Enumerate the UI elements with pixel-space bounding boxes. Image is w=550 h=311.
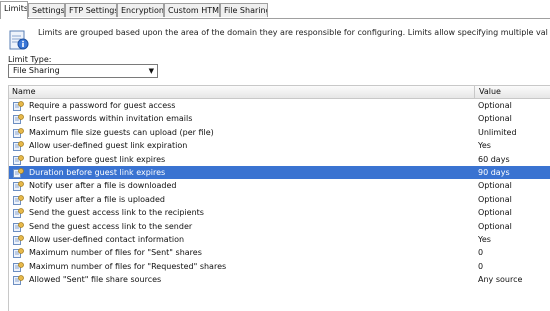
row-value: Optional <box>478 181 512 191</box>
tab-file-sharing[interactable]: File Sharing <box>220 3 268 17</box>
row-name: Maximum number of files for "Sent" share… <box>29 248 202 258</box>
row-name: Maximum file size guests can upload (per… <box>29 127 214 137</box>
limit-item-icon <box>13 261 24 272</box>
limit-item-icon <box>13 168 24 178</box>
limit-item-icon <box>13 208 24 219</box>
chevron-down-icon: ▼ <box>148 67 154 75</box>
row-value: Any source <box>478 275 523 285</box>
tab-ftp-settings[interactable]: FTP Settings <box>65 3 117 17</box>
table-row[interactable]: Duration before guest link expires 60 day… <box>9 153 550 166</box>
table-row[interactable]: Send the guest access link to the recipi… <box>9 206 550 219</box>
tab-strip: Limits Settings FTP Settings Encryption … <box>0 0 550 19</box>
tab-custom-html[interactable]: Custom HTML <box>164 3 220 17</box>
row-value: 60 days <box>478 154 510 164</box>
row-value: Yes <box>478 141 491 151</box>
tab-settings[interactable]: Settings <box>28 3 65 17</box>
table-row[interactable]: Duration before guest link expires 90 day… <box>9 166 550 180</box>
table-row[interactable]: Require a password for guest access Optio… <box>9 99 550 112</box>
limit-item-icon <box>13 127 24 138</box>
row-value: Unlimited <box>478 127 517 137</box>
row-name: Duration before guest link expires <box>29 168 166 177</box>
limit-item-icon <box>13 101 24 111</box>
row-name: Require a password for guest access <box>29 101 176 110</box>
limits-table: Name Value Require a password for guest … <box>8 85 550 311</box>
limit-type-value: File Sharing <box>13 66 60 75</box>
row-name: Notify user after a file is uploaded <box>29 194 166 204</box>
tab-limits[interactable]: Limits <box>0 1 28 19</box>
row-name: Duration before guest link expires <box>29 154 166 164</box>
table-row[interactable]: Insert passwords within invitation email… <box>9 112 550 125</box>
row-value: Yes <box>478 235 491 244</box>
row-name: Allow user-defined guest link expiration <box>29 141 188 151</box>
limit-item-icon <box>13 221 24 232</box>
limit-type-select[interactable]: File Sharing ▼ <box>8 64 158 78</box>
row-name: Notify user after a file is downloaded <box>29 181 177 191</box>
table-header: Name Value <box>9 86 550 99</box>
limit-item-icon <box>13 235 24 245</box>
table-row[interactable]: Notify user after a file is uploaded Opti… <box>9 193 550 206</box>
limits-description: Limits are grouped based upon the area o… <box>38 28 548 37</box>
limit-type-label: Limit Type: <box>8 55 52 64</box>
limit-item-icon <box>13 275 24 286</box>
table-row[interactable]: Maximum file size guests can upload (per… <box>9 126 550 139</box>
row-value: 90 days <box>478 168 510 177</box>
limits-info-icon <box>9 30 29 50</box>
row-name: Allow user-defined contact information <box>29 235 185 244</box>
row-value: 0 <box>478 261 484 271</box>
limit-item-icon <box>13 194 24 205</box>
limit-item-icon <box>13 181 24 192</box>
row-name: Send the guest access link to the recipi… <box>29 208 204 218</box>
table-row[interactable]: Maximum number of files for "Sent" share… <box>9 246 550 259</box>
table-row[interactable]: Send the guest access link to the sender… <box>9 220 550 233</box>
row-value: Optional <box>478 101 512 110</box>
table-row[interactable]: Maximum number of files for "Requested" … <box>9 260 550 273</box>
table-row[interactable]: Notify user after a file is downloaded Op… <box>9 179 550 192</box>
table-row[interactable]: Allow user-defined contact information Ye… <box>9 233 550 246</box>
limit-item-icon <box>13 114 24 125</box>
row-value: Optional <box>478 221 512 231</box>
column-header-value[interactable]: Value <box>476 86 550 98</box>
limit-item-icon <box>13 141 24 152</box>
column-header-name[interactable]: Name <box>9 86 475 98</box>
row-name: Send the guest access link to the sender <box>29 221 193 231</box>
table-row[interactable]: Allowed "Sent" file share sources Any sou… <box>9 273 550 286</box>
row-value: Optional <box>478 208 512 218</box>
tab-encryption[interactable]: Encryption <box>117 3 164 17</box>
row-name: Allowed "Sent" file share sources <box>29 275 162 285</box>
limit-item-icon <box>13 154 24 165</box>
row-name: Maximum number of files for "Requested" … <box>29 261 227 271</box>
row-value: Optional <box>478 114 512 124</box>
row-value: Optional <box>478 194 512 204</box>
row-value: 0 <box>478 248 484 258</box>
limit-item-icon <box>13 248 24 259</box>
row-name: Insert passwords within invitation email… <box>29 114 193 124</box>
table-row[interactable]: Allow user-defined guest link expiration… <box>9 139 550 152</box>
